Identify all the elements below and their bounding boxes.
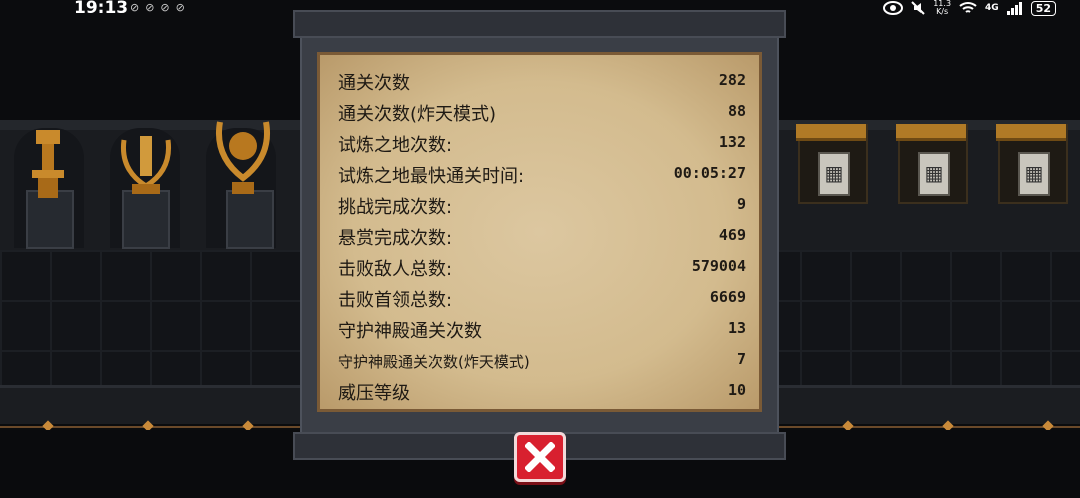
stat-value: 13 [727,319,746,337]
stat-label: 试炼之地次数: [338,135,453,156]
wreath-trophy-icon[interactable] [214,112,272,203]
network-type: 4G [985,3,999,13]
stat-label: 悬赏完成次数: [338,228,453,249]
stats-parchment: 通关次数 282 通关次数(炸天模式) 88 试炼之地次数: 132 试炼之地最快通关时间:… [317,52,762,412]
stat-value: 9 [736,195,746,213]
stat-row: 击败首领总数: 6669 [338,284,746,315]
stat-value: 579004 [691,257,746,275]
card-cabinet[interactable]: ▦ [896,124,968,204]
stat-row: 威压等级 10 [338,377,746,408]
stat-label: 通关次数(炸天模式) [338,104,497,125]
stat-value: 10 [727,381,746,399]
stat-label: 守护神殿通关次数(炸天模式) [338,353,530,371]
locked-card-icon: ▦ [918,152,950,196]
mute-icon [911,1,925,15]
stat-value: 6669 [709,288,746,306]
stat-row: 试炼之地最快通关时间: 00:05:27 [338,160,746,191]
stat-value: 282 [718,71,746,89]
network-speed: 11.3 K/s [933,0,952,16]
stat-row: 通关次数(炸天模式) 88 [338,98,746,129]
signal-icon [1006,1,1022,15]
stat-value: 7 [736,350,746,368]
stat-value: 00:05:27 [673,164,746,182]
stat-label: 挑战完成次数: [338,197,453,218]
trophy-cup-icon[interactable] [28,130,68,207]
stat-row: 守护神殿通关次数 13 [338,315,746,346]
stat-value: 88 [727,102,746,120]
stats-list: 通关次数 282 通关次数(炸天模式) 88 试炼之地次数: 132 试炼之地最快通关时间:… [338,67,746,408]
close-button[interactable] [514,432,566,482]
stat-value: 469 [718,226,746,244]
notification-icons: ⊘⊘⊘⊘ [130,1,191,14]
battery-indicator: 52 [1030,0,1056,16]
wifi-icon [959,2,977,13]
status-indicators: 11.3 K/s 4G 52 [883,0,1056,16]
card-cabinet[interactable]: ▦ [796,124,868,204]
close-x-icon [525,442,555,472]
stat-row: 通关次数 282 [338,67,746,98]
stat-row: 守护神殿通关次数(炸天模式) 7 [338,346,746,377]
stat-row: 挑战完成次数: 9 [338,191,746,222]
stat-label: 击败首领总数: [338,290,453,311]
stat-row: 击败敌人总数: 579004 [338,253,746,284]
locked-card-icon: ▦ [818,152,850,196]
locked-card-icon: ▦ [1018,152,1050,196]
stat-value: 132 [718,133,746,151]
stat-row: 悬赏完成次数: 469 [338,222,746,253]
stat-label: 威压等级 [338,383,410,404]
laurel-trophy-icon[interactable] [118,130,174,203]
eye-icon [883,1,904,15]
status-time: 19:13 [74,0,129,18]
stat-label: 通关次数 [338,73,410,94]
card-cabinet[interactable]: ▦ [996,124,1068,204]
stat-label: 击败敌人总数: [338,259,453,280]
stat-row: 试炼之地次数: 132 [338,129,746,160]
stat-label: 试炼之地最快通关时间: [338,166,525,187]
stat-label: 守护神殿通关次数 [338,321,482,342]
status-bar: 19:13 ⊘⊘⊘⊘ 11.3 K/s 4G 52 [0,0,1080,18]
